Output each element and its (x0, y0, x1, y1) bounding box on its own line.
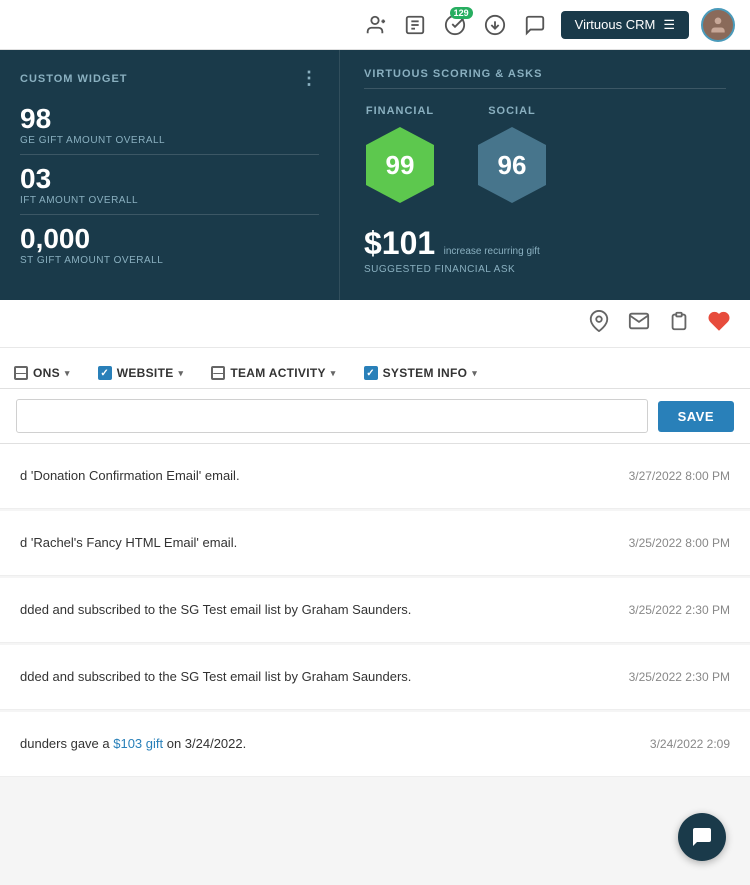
download-icon[interactable] (481, 11, 509, 39)
hamburger-icon: ☰ (663, 17, 675, 33)
financial-ask: $101 increase recurring gift SUGGESTED F… (364, 225, 726, 275)
filter-system-info-chevron: ▾ (472, 368, 477, 379)
icon-bar (0, 300, 750, 348)
activity-item-5: dunders gave a $103 gift on 3/24/2022. 3… (0, 712, 750, 777)
widget-title: CUSTOM WIDGET ⋮ (20, 68, 319, 89)
dashboard-panel: CUSTOM WIDGET ⋮ 98 GE GIFT AMOUNT OVERAL… (0, 50, 750, 300)
email-icon[interactable] (628, 310, 650, 338)
widget-menu-icon[interactable]: ⋮ (300, 68, 319, 89)
heart-icon[interactable] (708, 310, 730, 338)
filter-ons-chevron: ▾ (65, 368, 70, 379)
activity-item-3: dded and subscribed to the SG Test email… (0, 578, 750, 643)
location-icon[interactable] (588, 310, 610, 338)
brand-label: Virtuous CRM (575, 17, 656, 32)
social-hexagon: 96 (476, 125, 548, 205)
activity-date-3: 3/25/2022 2:30 PM (629, 603, 730, 617)
clipboard-icon[interactable] (668, 310, 690, 338)
filter-team-activity-label: TEAM ACTIVITY (230, 366, 325, 380)
notifications-icon[interactable]: 129 (441, 11, 469, 39)
top-navigation: 129 Virtuous CRM ☰ (0, 0, 750, 50)
social-score: SOCIAL 96 (476, 105, 548, 205)
activity-item-1: d 'Donation Confirmation Email' email. 3… (0, 444, 750, 509)
save-button[interactable]: SAVE (658, 401, 734, 432)
activity-item-4: dded and subscribed to the SG Test email… (0, 645, 750, 710)
filter-website-label: WEBSITE (117, 366, 174, 380)
scoring-title: VIRTUOUS SCORING & ASKS (364, 68, 726, 89)
filter-input[interactable] (16, 399, 648, 433)
activity-text-1: d 'Donation Confirmation Email' email. (20, 467, 609, 485)
stat-2: 03 IFT AMOUNT OVERALL (20, 163, 319, 206)
activity-text-3: dded and subscribed to the SG Test email… (20, 601, 609, 619)
activity-list: d 'Donation Confirmation Email' email. 3… (0, 444, 750, 777)
chat-button[interactable] (678, 813, 726, 861)
filter-team-activity[interactable]: — TEAM ACTIVITY ▾ (197, 358, 349, 388)
virtuous-scoring: VIRTUOUS SCORING & ASKS FINANCIAL 99 SOC… (340, 50, 750, 300)
custom-widget: CUSTOM WIDGET ⋮ 98 GE GIFT AMOUNT OVERAL… (0, 50, 340, 300)
activity-text-5: dunders gave a $103 gift on 3/24/2022. (20, 735, 630, 753)
avatar[interactable] (701, 8, 735, 42)
activity-date-5: 3/24/2022 2:09 (650, 737, 730, 751)
filter-website-chevron: ▾ (179, 368, 184, 379)
filter-system-info-label: SYSTEM INFO (383, 366, 468, 380)
activity-date-4: 3/25/2022 2:30 PM (629, 670, 730, 684)
gift-link[interactable]: $103 gift (113, 736, 163, 751)
stat-3: 0,000 ST GIFT AMOUNT OVERALL (20, 223, 319, 266)
virtuous-crm-button[interactable]: Virtuous CRM ☰ (561, 11, 689, 39)
filter-ons[interactable]: — ONS ▾ (0, 358, 84, 388)
messages-icon[interactable] (521, 11, 549, 39)
filter-team-activity-checkbox[interactable]: — (211, 366, 225, 380)
financial-hexagon: 99 (364, 125, 436, 205)
filter-website-checkbox[interactable]: ✓ (98, 366, 112, 380)
save-row: SAVE (0, 389, 750, 444)
filter-system-info-checkbox[interactable]: ✓ (364, 366, 378, 380)
add-contact-icon[interactable] (361, 11, 389, 39)
scores-row: FINANCIAL 99 SOCIAL 96 (364, 105, 726, 205)
activity-text-4: dded and subscribed to the SG Test email… (20, 668, 609, 686)
tasks-icon[interactable] (401, 11, 429, 39)
filter-bar: — ONS ▾ ✓ WEBSITE ▾ — TEAM ACTIVITY ▾ ✓ … (0, 348, 750, 389)
filter-team-activity-chevron: ▾ (331, 368, 336, 379)
filter-ons-label: ONS (33, 366, 60, 380)
activity-text-2: d 'Rachel's Fancy HTML Email' email. (20, 534, 609, 552)
stat-1: 98 GE GIFT AMOUNT OVERALL (20, 103, 319, 146)
filter-system-info[interactable]: ✓ SYSTEM INFO ▾ (350, 358, 491, 388)
financial-score: FINANCIAL 99 (364, 105, 436, 205)
notification-badge: 129 (450, 7, 473, 19)
activity-date-1: 3/27/2022 8:00 PM (629, 469, 730, 483)
activity-date-2: 3/25/2022 8:00 PM (629, 536, 730, 550)
filter-ons-checkbox[interactable]: — (14, 366, 28, 380)
filter-website[interactable]: ✓ WEBSITE ▾ (84, 358, 198, 388)
activity-item-2: d 'Rachel's Fancy HTML Email' email. 3/2… (0, 511, 750, 576)
